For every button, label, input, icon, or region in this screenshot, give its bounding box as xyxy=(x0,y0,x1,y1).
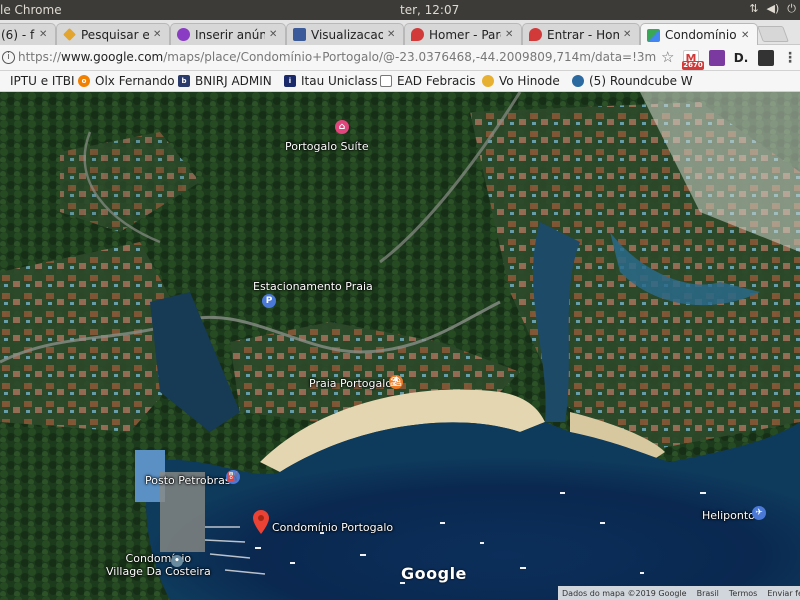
terms-link[interactable]: Termos xyxy=(729,589,757,598)
place-praia-portogalo[interactable]: Praia Portogalo xyxy=(309,377,392,390)
system-clock[interactable]: ter, 12:07 xyxy=(400,3,459,17)
url-path: /maps/place/Condomínio+Portogalo/@-23.03… xyxy=(163,50,656,64)
url-input[interactable]: https://www.google.com/maps/place/Condom… xyxy=(18,50,656,64)
site-info-icon[interactable]: i xyxy=(2,51,15,64)
tab-label: Homer - Parce xyxy=(429,27,501,42)
google-maps-icon xyxy=(647,28,660,42)
olx-icon xyxy=(177,28,190,41)
tab-label: (6) - f xyxy=(1,27,35,42)
place-condominio-portogalo[interactable]: Condomínio Portogalo xyxy=(272,521,393,534)
send-feedback-link[interactable]: Enviar feedback xyxy=(767,589,800,598)
bookmark-hinode[interactable]: Vo Hinode xyxy=(482,74,560,88)
tab-6[interactable]: Entrar - Home ✕ xyxy=(522,23,640,45)
power-icon[interactable]: ⏻ xyxy=(787,2,796,16)
dark-extension-icon[interactable] xyxy=(758,50,774,66)
address-toolbar: i https://www.google.com/maps/place/Cond… xyxy=(0,45,800,71)
close-tab-icon[interactable]: ✕ xyxy=(39,29,49,40)
beach-pin-icon[interactable]: ⛱ xyxy=(389,375,403,389)
close-tab-icon[interactable]: ✕ xyxy=(741,30,751,41)
place-pin-icon[interactable]: • xyxy=(171,555,183,567)
tab-5[interactable]: Homer - Parce ✕ xyxy=(404,23,522,45)
homer-pin-icon xyxy=(411,28,424,41)
document-icon xyxy=(380,75,392,87)
place-village-da-costeira[interactable]: Condomínio Village Da Costeira xyxy=(106,552,211,578)
place-label-line: Condomínio xyxy=(125,552,192,565)
sun-icon xyxy=(482,75,494,87)
url-host: www.google.com xyxy=(61,50,164,64)
bookmark-label: (5) Roundcube W xyxy=(589,74,693,88)
network-icon[interactable]: ⇅ xyxy=(749,2,758,16)
olx-icon: o xyxy=(78,75,90,87)
hotel-pin-icon[interactable]: ⌂ xyxy=(335,120,349,134)
bookmark-bnirj[interactable]: b BNIRJ ADMIN xyxy=(178,74,272,88)
bookmark-label: IPTU e ITBI xyxy=(10,74,75,88)
place-label-line: Village Da Costeira xyxy=(106,565,211,578)
tab-label: Inserir anúnc xyxy=(195,27,265,42)
selected-place-red-pin-icon[interactable] xyxy=(253,510,269,534)
tab-2[interactable]: Pesquisar e e ✕ xyxy=(56,23,170,45)
close-tab-icon[interactable]: ✕ xyxy=(387,29,397,40)
bookmark-label: Vo Hinode xyxy=(499,74,560,88)
satellite-map[interactable]: ⌂ Portogalo Suíte Estacionamento Praia P… xyxy=(0,92,800,600)
volume-icon[interactable]: ◀) xyxy=(767,2,780,16)
bookmark-iptu[interactable]: IPTU e ITBI xyxy=(10,74,75,88)
map-data-credit: Dados do mapa ©2019 Google xyxy=(562,588,687,598)
tab-3[interactable]: Inserir anúnc ✕ xyxy=(170,23,286,45)
menu-dots-icon[interactable]: ⋮ xyxy=(782,50,798,66)
bni-icon: b xyxy=(178,75,190,87)
close-tab-icon[interactable]: ✕ xyxy=(269,29,279,40)
satellite-imagery xyxy=(0,92,800,600)
bookmarks-bar: IPTU e ITBI o Olx Fernando b BNIRJ ADMIN… xyxy=(0,71,800,92)
google-drive-icon xyxy=(63,28,76,41)
gmail-badge: 2670 xyxy=(682,61,704,70)
bookmark-label: BNIRJ ADMIN xyxy=(195,74,272,88)
bookmark-label: Olx Fernando xyxy=(95,74,175,88)
bookmark-itau[interactable]: i Itau Uniclass xyxy=(284,74,378,88)
place-portogalo-suite[interactable]: Portogalo Suíte xyxy=(285,140,369,153)
bookmark-label: Itau Uniclass xyxy=(301,74,378,88)
url-scheme: https:// xyxy=(18,50,62,64)
tab-1[interactable]: (6) - f ✕ xyxy=(0,23,56,45)
roundcube-icon xyxy=(572,75,584,87)
close-tab-icon[interactable]: ✕ xyxy=(505,29,515,40)
homer-pin-icon xyxy=(529,28,542,41)
tab-4[interactable]: Visualizacao ✕ xyxy=(286,23,404,45)
system-tray: ⇅ ◀) ⏻ xyxy=(749,2,796,16)
gas-station-pin-icon[interactable]: ⛽ xyxy=(226,470,240,484)
google-logo: Google xyxy=(401,564,467,583)
purple-extension-icon[interactable] xyxy=(709,50,725,66)
active-app-name[interactable]: le Chrome xyxy=(0,3,62,17)
bni-icon xyxy=(293,28,306,41)
bookmark-roundcube[interactable]: (5) Roundcube W xyxy=(572,74,693,88)
place-posto-petrobras[interactable]: Posto Petrobras xyxy=(145,474,231,487)
d-extension-icon[interactable]: D. xyxy=(733,50,749,66)
system-top-bar: le Chrome ter, 12:07 ⇅ ◀) ⏻ xyxy=(0,0,800,20)
place-estacionamento-praia[interactable]: Estacionamento Praia xyxy=(253,280,373,293)
map-attribution-bar: Dados do mapa ©2019 Google Brasil Termos… xyxy=(558,586,800,600)
country-link[interactable]: Brasil xyxy=(697,589,719,598)
bookmark-label: EAD Febracis xyxy=(397,74,476,88)
parking-pin-icon[interactable]: P xyxy=(262,294,276,308)
close-tab-icon[interactable]: ✕ xyxy=(623,29,633,40)
tab-strip: (6) - f ✕ Pesquisar e e ✕ Inserir anúnc … xyxy=(0,20,800,46)
bookmark-ead[interactable]: EAD Febracis xyxy=(380,74,476,88)
tab-label: Entrar - Home xyxy=(547,27,619,42)
bookmark-star-icon[interactable]: ☆ xyxy=(661,48,674,66)
tab-label: Visualizacao xyxy=(311,27,383,42)
tab-label: Condomínio P xyxy=(665,28,737,42)
bookmark-olx[interactable]: o Olx Fernando xyxy=(78,74,175,88)
close-tab-icon[interactable]: ✕ xyxy=(153,29,163,40)
place-heliponto[interactable]: Heliponto xyxy=(702,509,755,522)
tab-label: Pesquisar e e xyxy=(81,27,149,42)
tab-7-active[interactable]: Condomínio P ✕ xyxy=(640,23,758,46)
airplane-pin-icon[interactable]: ✈ xyxy=(752,506,766,520)
itau-icon: i xyxy=(284,75,296,87)
new-tab-button[interactable] xyxy=(757,26,789,42)
